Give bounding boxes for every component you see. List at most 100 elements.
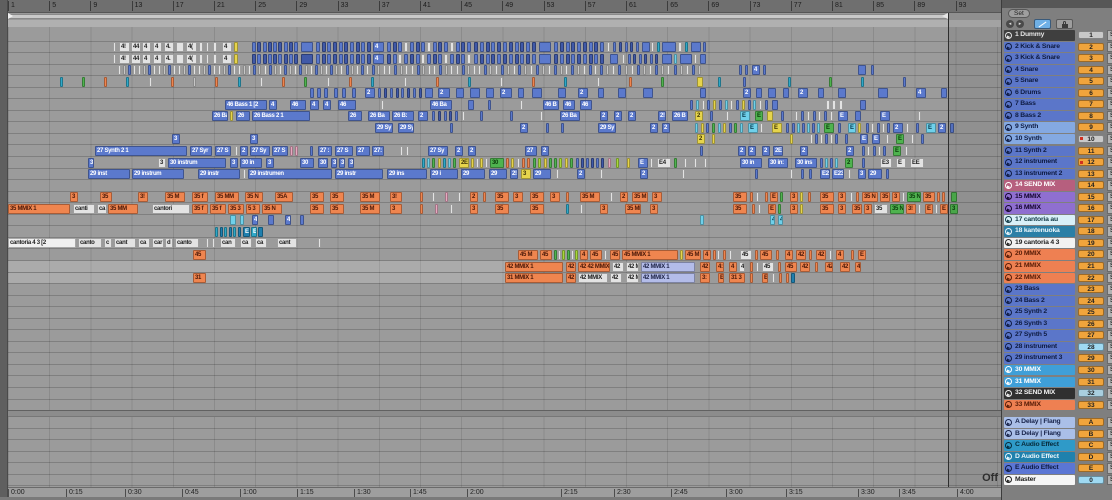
- clip[interactable]: [366, 65, 369, 76]
- track-play-icon[interactable]: ▶: [1005, 262, 1012, 270]
- clip[interactable]: [570, 157, 573, 168]
- track-number-box[interactable]: 31: [1078, 377, 1104, 386]
- clip[interactable]: [786, 122, 789, 133]
- clip[interactable]: 4(: [186, 53, 197, 64]
- solo-button[interactable]: S: [1107, 226, 1112, 237]
- clip[interactable]: [556, 169, 559, 180]
- track-play-icon[interactable]: ▶: [1005, 297, 1012, 305]
- clip[interactable]: [304, 65, 308, 76]
- clip[interactable]: 31 MMIX 1: [505, 273, 563, 284]
- clip[interactable]: [855, 111, 861, 122]
- clip[interactable]: [479, 53, 484, 64]
- clip[interactable]: [299, 65, 303, 76]
- clip[interactable]: [301, 53, 313, 64]
- clip[interactable]: [318, 238, 321, 249]
- track-header[interactable]: ▶ E Audio Effect: [1004, 463, 1075, 474]
- clip[interactable]: [489, 65, 492, 76]
- clip[interactable]: [745, 65, 748, 76]
- clip[interactable]: [815, 261, 818, 272]
- clip[interactable]: [700, 146, 703, 156]
- clip[interactable]: [206, 238, 209, 249]
- clip[interactable]: ca: [97, 203, 107, 214]
- clip[interactable]: 4: [222, 53, 232, 64]
- clip[interactable]: [526, 53, 531, 64]
- clip[interactable]: [886, 134, 889, 145]
- clip[interactable]: [636, 42, 639, 53]
- clip[interactable]: [213, 65, 216, 76]
- clip[interactable]: [539, 42, 551, 53]
- clip[interactable]: 30 instrum: [168, 157, 226, 168]
- track-number-box[interactable]: 13: [1078, 169, 1104, 178]
- solo-button[interactable]: S: [1107, 463, 1112, 474]
- clip[interactable]: 29 Sy: [398, 122, 414, 133]
- clip[interactable]: E23: [832, 169, 844, 180]
- track-number-box[interactable]: 12: [1078, 158, 1104, 167]
- clip[interactable]: [449, 111, 453, 122]
- track-header[interactable]: ▶ B Delay | Flang: [1004, 428, 1075, 440]
- arrangement-clip-area[interactable]: 4! 44 4 4 4. 4(4 4 4! 44 4 4 4. 4(4 4 4 2 2 2 2 2 2 4 46 Bass …: [8, 27, 1001, 487]
- track-play-icon[interactable]: ▶: [1005, 239, 1012, 247]
- clip[interactable]: [171, 76, 174, 87]
- clip[interactable]: [514, 53, 519, 64]
- clip[interactable]: [779, 273, 782, 284]
- track-header[interactable]: ▶ 27 Synth 5: [1004, 330, 1075, 341]
- clip[interactable]: [673, 65, 677, 76]
- clip[interactable]: [594, 65, 597, 76]
- track-number-box[interactable]: 10: [1078, 134, 1104, 143]
- clip[interactable]: [238, 76, 241, 87]
- clip[interactable]: [294, 65, 298, 76]
- clip[interactable]: [442, 157, 446, 168]
- clip[interactable]: 42 M: [626, 261, 639, 272]
- clip[interactable]: [886, 169, 889, 180]
- clip[interactable]: [636, 65, 640, 76]
- clip[interactable]: 3: [790, 203, 798, 214]
- clip[interactable]: [433, 65, 437, 76]
- clip[interactable]: [310, 146, 313, 156]
- track-play-icon[interactable]: ▶: [1005, 43, 1012, 51]
- clip[interactable]: [829, 76, 832, 87]
- track-header[interactable]: ▶ 1 Dummy: [1004, 30, 1075, 41]
- track-number-box[interactable]: 9: [1078, 123, 1104, 132]
- clip[interactable]: [488, 99, 491, 110]
- clip[interactable]: [649, 65, 653, 76]
- clip[interactable]: [406, 146, 409, 156]
- clip[interactable]: [461, 42, 466, 53]
- clip[interactable]: 30 ins: [795, 157, 817, 168]
- clip[interactable]: [817, 122, 820, 133]
- clip[interactable]: E: [762, 273, 768, 284]
- clip[interactable]: [845, 134, 848, 145]
- clip[interactable]: 2: [662, 122, 670, 133]
- clip[interactable]: [263, 65, 267, 76]
- clip[interactable]: [700, 122, 704, 133]
- clip[interactable]: [679, 65, 683, 76]
- clip[interactable]: [629, 76, 632, 87]
- clip[interactable]: [233, 226, 237, 237]
- clip[interactable]: 27:: [372, 146, 384, 156]
- clip[interactable]: [173, 65, 176, 76]
- clip[interactable]: [826, 99, 830, 110]
- loop-start-marker-icon[interactable]: [8, 13, 13, 19]
- clip[interactable]: [756, 88, 762, 99]
- clip[interactable]: 3:: [700, 273, 710, 284]
- clip[interactable]: [838, 88, 846, 99]
- clip[interactable]: [253, 65, 257, 76]
- clip[interactable]: [382, 65, 386, 76]
- clip[interactable]: [361, 65, 364, 76]
- solo-button[interactable]: S: [1107, 261, 1112, 272]
- clip[interactable]: [327, 42, 332, 53]
- clip[interactable]: 35 M: [360, 192, 380, 203]
- clip[interactable]: [734, 122, 738, 133]
- clip[interactable]: [662, 42, 676, 53]
- clip[interactable]: [178, 65, 181, 76]
- clip[interactable]: [818, 88, 824, 99]
- track-header[interactable]: ▶ 26 Synth 3: [1004, 318, 1075, 330]
- clip[interactable]: [838, 122, 841, 133]
- clip[interactable]: 2: [748, 146, 756, 156]
- nav-left-button[interactable]: ◂: [1006, 20, 1014, 28]
- clip[interactable]: 3!: [906, 203, 916, 214]
- clip[interactable]: [750, 261, 753, 272]
- clip[interactable]: [618, 42, 622, 53]
- clip[interactable]: E3: [880, 157, 892, 168]
- clip[interactable]: 30: [300, 157, 314, 168]
- clip[interactable]: [188, 65, 191, 76]
